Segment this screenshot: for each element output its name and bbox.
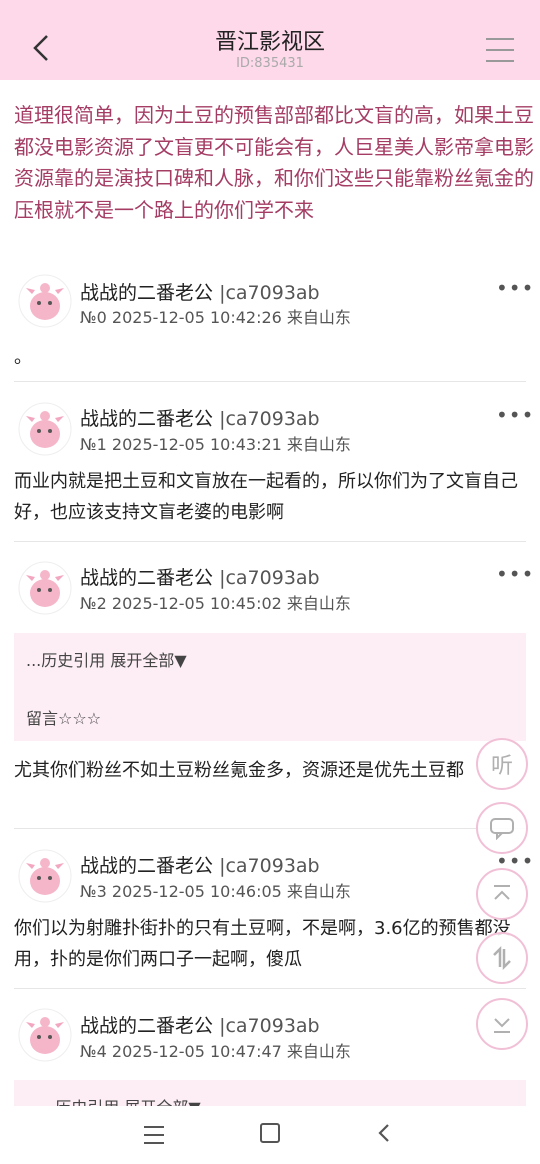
nav-home-icon[interactable]: [260, 1123, 280, 1143]
board-id: ID:835431: [236, 56, 304, 71]
post-meta: №1 2025-12-05 10:43:21 来自山东: [80, 435, 351, 454]
post-text: 你们以为射雕扑街扑的只有土豆啊，不是啊，3.6亿的预售都没用，扑的是你们两口子一…: [14, 918, 511, 970]
listen-label: 听: [490, 754, 513, 779]
listen-button[interactable]: 听: [476, 738, 528, 790]
post-text: 尤其你们粉丝不如土豆粉丝氪金多，资源还是优先土豆都: [14, 760, 464, 781]
post-meta: №2 2025-12-05 10:45:02 来自山东: [80, 594, 351, 613]
avatar-pink-creature-icon: [18, 561, 72, 615]
avatar[interactable]: [18, 849, 72, 903]
poster-name[interactable]: 战战的二番老公: [80, 567, 213, 589]
quote-block: ...历史引用 展开全部▼: [14, 1080, 526, 1106]
post-meta: №0 2025-12-05 10:42:26 来自山东: [80, 308, 351, 327]
nav-back-icon[interactable]: [376, 1122, 392, 1144]
divider: [14, 541, 526, 542]
poster-uid: |ca7093ab: [219, 408, 320, 430]
scroll-top-icon: [494, 885, 510, 900]
scroll-top-button[interactable]: [476, 868, 528, 920]
thread-lead-text: 道理很简单，因为土豆的预售部部都比文盲的高，如果土豆都没电影资源了文盲更不可能会…: [14, 103, 534, 222]
post-meta: №3 2025-12-05 10:46:05 来自山东: [80, 882, 351, 901]
poster-name[interactable]: 战战的二番老公: [80, 408, 213, 430]
avatar-pink-creature-icon: [18, 274, 72, 328]
poster-name[interactable]: 战战的二番老公: [80, 282, 213, 304]
avatar-pink-creature-icon: [18, 849, 72, 903]
poster-uid: |ca7093ab: [219, 855, 320, 877]
divider: [14, 828, 526, 829]
avatar[interactable]: [18, 402, 72, 456]
comment-icon: [490, 818, 514, 840]
page-title: 晋江影视区: [214, 30, 325, 55]
nav-recent-icon[interactable]: [144, 1126, 164, 1144]
poster-uid: |ca7093ab: [219, 282, 320, 304]
more-dots-icon[interactable]: •••: [496, 562, 534, 586]
quote-block: ...历史引用 展开全部▼ 留言☆☆☆: [14, 633, 526, 741]
avatar-pink-creature-icon: [18, 1008, 72, 1062]
hamburger-menu-icon[interactable]: [486, 38, 514, 62]
post-text: 而业内就是把土豆和文盲放在一起看的，所以你们为了文盲自己好，也应该支持文盲老婆的…: [14, 471, 518, 523]
swap-icon: [493, 945, 511, 971]
scroll-bottom-button[interactable]: [476, 998, 528, 1050]
poster-uid: |ca7093ab: [219, 567, 320, 589]
more-dots-icon[interactable]: •••: [496, 403, 534, 427]
avatar-pink-creature-icon: [18, 402, 72, 456]
poster-uid: |ca7093ab: [219, 1015, 320, 1037]
poster-name[interactable]: 战战的二番老公: [80, 855, 213, 877]
divider: [14, 988, 526, 989]
post-meta: №4 2025-12-05 10:47:47 来自山东: [80, 1042, 351, 1061]
more-dots-icon[interactable]: •••: [496, 276, 534, 300]
quote-message: 留言☆☆☆: [26, 709, 102, 728]
top-bar: 晋江影视区 ID:835431: [0, 0, 540, 80]
expand-history-link[interactable]: ...历史引用 展开全部▼: [40, 1094, 201, 1106]
avatar[interactable]: [18, 561, 72, 615]
expand-history-link[interactable]: ...历史引用 展开全部▼: [26, 647, 187, 671]
post-text: 。: [14, 347, 32, 368]
avatar[interactable]: [18, 1008, 72, 1062]
divider: [14, 381, 526, 382]
poster-name[interactable]: 战战的二番老公: [80, 1015, 213, 1037]
avatar[interactable]: [18, 274, 72, 328]
comment-button[interactable]: [476, 802, 528, 854]
swap-button[interactable]: [476, 932, 528, 984]
scroll-bottom-icon: [494, 1018, 510, 1033]
